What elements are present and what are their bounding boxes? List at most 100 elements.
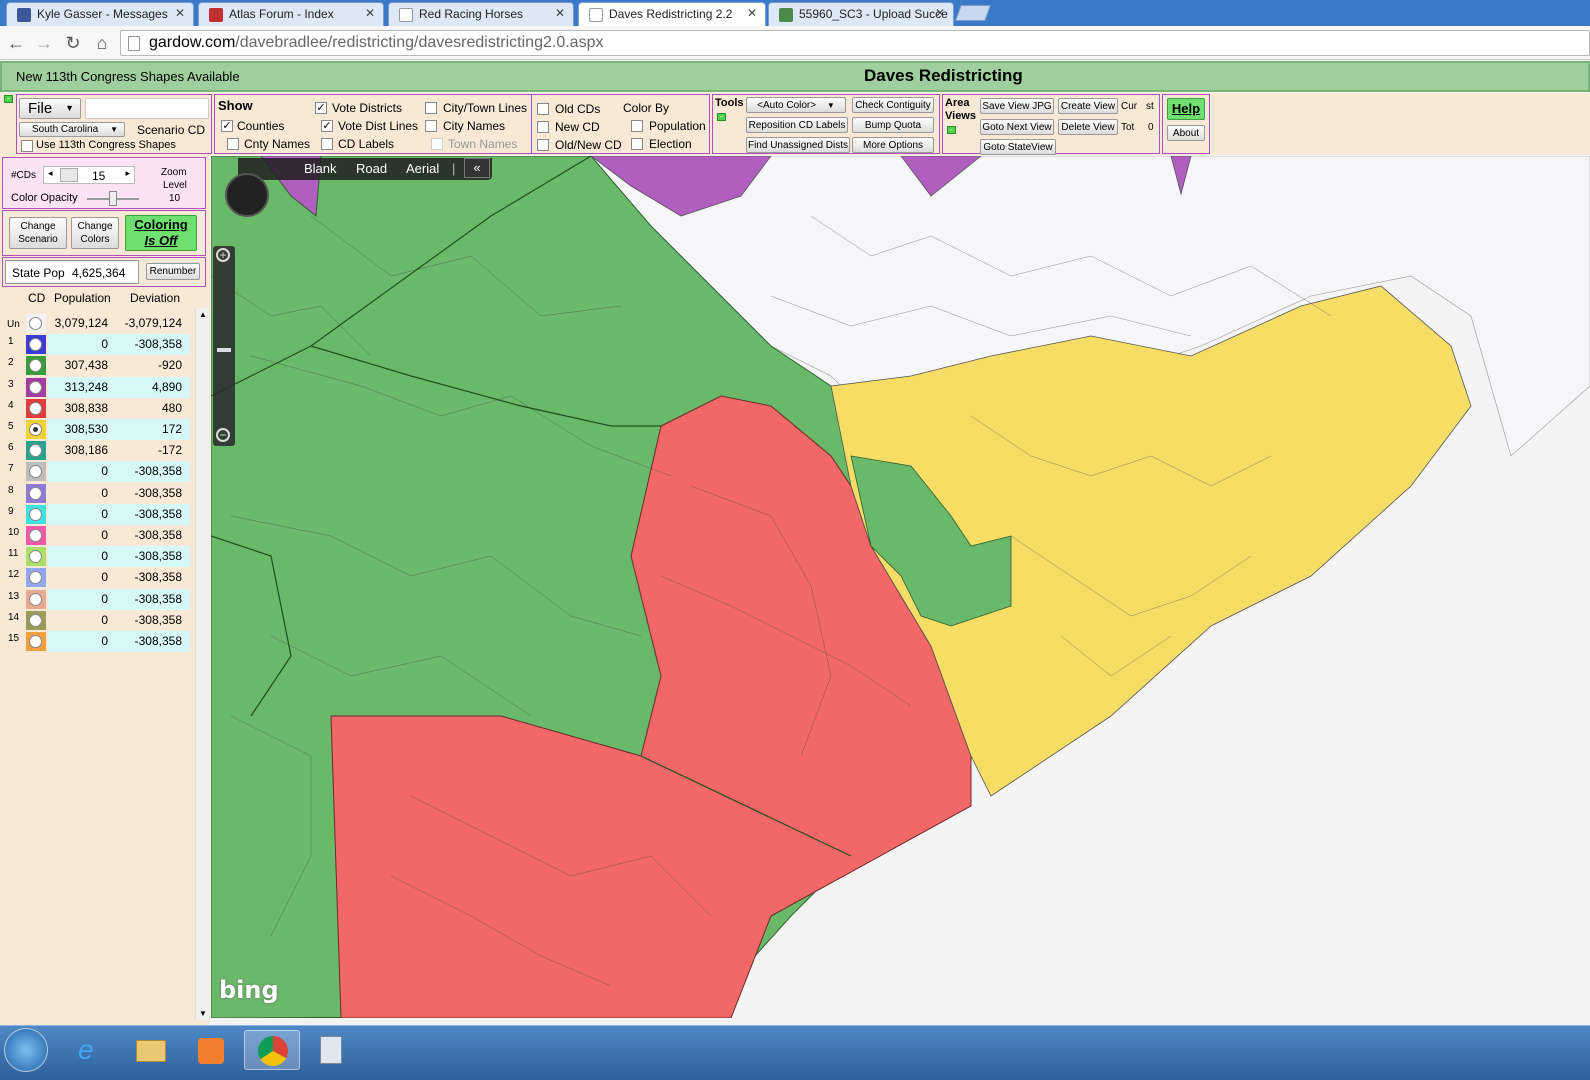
new-tab-button[interactable] (955, 5, 991, 21)
district-color-swatch[interactable] (26, 398, 46, 418)
district-select-radio[interactable] (29, 635, 42, 648)
city-town-lines-checkbox[interactable] (425, 102, 437, 114)
district-color-swatch[interactable] (26, 632, 46, 651)
district-row[interactable]: 4 308,838 480 (0, 398, 196, 419)
chevron-right-icon[interactable]: ▸ (125, 168, 130, 179)
zoom-slider[interactable]: + − (213, 246, 235, 446)
browser-tab[interactable]: 55960_SC3 - Upload Succe ✕ (768, 2, 954, 26)
district-row[interactable]: 6 308,186 -172 (0, 440, 196, 461)
district-color-swatch[interactable] (26, 610, 46, 630)
district-color-swatch[interactable] (26, 547, 46, 567)
tools-collapse-toggle[interactable]: - (717, 113, 726, 121)
new-shapes-notice[interactable]: New 113th Congress Shapes Available (16, 69, 240, 84)
district-row[interactable]: 5 308,530 172 (0, 419, 196, 440)
old-cds-checkbox[interactable] (537, 103, 549, 115)
back-icon[interactable]: ← (4, 31, 28, 55)
save-view-jpg-button[interactable]: Save View JPG (980, 98, 1054, 114)
old-new-cd-checkbox[interactable] (537, 139, 549, 151)
city-names-checkbox[interactable] (425, 120, 437, 132)
delete-view-button[interactable]: Delete View (1058, 119, 1118, 135)
district-select-radio[interactable] (29, 338, 42, 352)
goto-next-view-button[interactable]: Goto Next View (980, 119, 1054, 135)
create-view-button[interactable]: Create View (1058, 98, 1118, 114)
close-icon[interactable]: ✕ (935, 6, 945, 20)
district-select-radio[interactable] (29, 444, 42, 458)
close-icon[interactable]: ✕ (175, 6, 185, 20)
town-names-checkbox[interactable] (431, 138, 443, 150)
map-mode-road[interactable]: Road (356, 161, 387, 176)
collapse-icon[interactable]: « (464, 158, 490, 178)
find-unassigned-button[interactable]: Find Unassigned Dists (746, 137, 850, 153)
district-row[interactable]: 12 0 -308,358 (0, 567, 196, 588)
district-select-radio[interactable] (29, 317, 42, 330)
reload-icon[interactable]: ↻ (61, 31, 85, 55)
calculator-icon[interactable] (304, 1030, 360, 1070)
map-mode-blank[interactable]: Blank (304, 161, 337, 176)
folder-icon[interactable] (124, 1030, 180, 1070)
district-select-radio[interactable] (29, 401, 42, 415)
about-button[interactable]: About (1167, 125, 1205, 141)
views-collapse-toggle[interactable]: - (947, 126, 956, 134)
scroll-up-icon[interactable]: ▲ (199, 310, 207, 319)
district-select-radio[interactable] (29, 465, 42, 479)
coloring-toggle-button[interactable]: Coloring Is Off (125, 215, 197, 251)
home-icon[interactable]: ⌂ (90, 31, 114, 55)
auto-color-select[interactable]: <Auto Color> ▼ (746, 97, 846, 113)
browser-tab[interactable]: Red Racing Horses ✕ (388, 2, 574, 26)
district-select-radio[interactable] (29, 486, 42, 500)
stepper-thumb[interactable] (60, 168, 78, 182)
opacity-slider[interactable] (87, 191, 139, 206)
zoom-in-icon[interactable]: + (216, 248, 230, 262)
district-map[interactable]: Blank Road Aerial | « + − bing (211, 156, 1590, 1018)
zoom-thumb[interactable] (217, 348, 231, 352)
district-select-radio[interactable] (29, 529, 42, 542)
district-row[interactable]: 1 0 -308,358 (0, 334, 196, 356)
url-bar[interactable]: gardow.com/davebradlee/redistricting/dav… (120, 30, 1590, 56)
help-button[interactable]: Help (1167, 98, 1205, 120)
map-mode-aerial[interactable]: Aerial (406, 161, 439, 176)
district-select-radio[interactable] (29, 550, 42, 564)
goto-stateview-button[interactable]: Goto StateView (980, 139, 1056, 155)
district-select-radio[interactable] (29, 507, 42, 521)
district-color-swatch[interactable] (26, 377, 46, 397)
zoom-out-icon[interactable]: − (216, 428, 230, 442)
close-icon[interactable]: ✕ (365, 6, 375, 20)
district-color-swatch[interactable] (26, 314, 46, 333)
reposition-labels-button[interactable]: Reposition CD Labels (746, 117, 848, 133)
district-row[interactable]: 11 0 -308,358 (0, 546, 196, 568)
district-color-swatch[interactable] (26, 462, 46, 482)
district-color-swatch[interactable] (26, 526, 46, 545)
district-color-swatch[interactable] (26, 335, 46, 355)
change-colors-button[interactable]: Change Colors (71, 217, 119, 249)
cnty-names-checkbox[interactable] (227, 138, 239, 150)
district-row[interactable]: 10 0 -308,358 (0, 525, 196, 546)
more-options-button[interactable]: More Options (852, 137, 934, 153)
district-select-radio[interactable] (29, 380, 42, 394)
close-icon[interactable]: ✕ (555, 6, 565, 20)
internet-explorer-icon[interactable]: e (64, 1030, 120, 1070)
map-canvas[interactable] (211, 156, 1590, 1018)
media-player-icon[interactable] (184, 1030, 240, 1070)
state-select[interactable]: South Carolina ▼ (19, 122, 125, 137)
close-icon[interactable]: ✕ (747, 6, 757, 20)
district-row[interactable]: 13 0 -308,358 (0, 588, 196, 610)
bump-quota-button[interactable]: Bump Quota (852, 117, 934, 133)
district-select-radio[interactable] (29, 592, 42, 606)
district-color-swatch[interactable] (26, 356, 46, 376)
vote-districts-checkbox[interactable]: ✓ (315, 102, 327, 114)
scroll-down-icon[interactable]: ▼ (199, 1009, 207, 1018)
district-row[interactable]: 2 307,438 -920 (0, 355, 196, 376)
district-color-swatch[interactable] (26, 483, 46, 503)
change-scenario-button[interactable]: Change Scenario (9, 217, 67, 249)
population-checkbox[interactable] (631, 120, 643, 132)
district-table-scrollbar[interactable]: ▲ ▼ (195, 308, 209, 1020)
browser-tab-active[interactable]: Daves Redistricting 2.2 ✕ (578, 2, 766, 26)
district-row[interactable]: 14 0 -308,358 (0, 610, 196, 631)
chevron-left-icon[interactable]: ◂ (48, 168, 53, 179)
district-select-radio[interactable] (29, 423, 42, 436)
district-select-radio[interactable] (29, 359, 42, 373)
district-row[interactable]: 3 313,248 4,890 (0, 376, 196, 398)
cd-labels-checkbox[interactable] (321, 138, 333, 150)
district-color-swatch[interactable] (26, 589, 46, 609)
district-color-swatch[interactable] (26, 420, 46, 439)
